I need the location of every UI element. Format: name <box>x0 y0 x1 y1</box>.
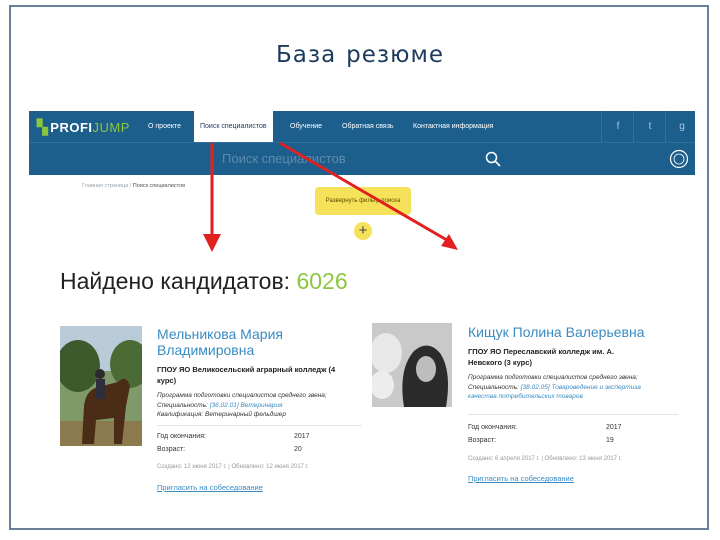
expand-filter-button[interactable]: + <box>354 222 372 240</box>
twitter-icon[interactable]: t <box>633 111 666 142</box>
specialty-label: Специальность: <box>157 401 208 409</box>
slide-title: База резюме <box>0 42 720 68</box>
card-divider <box>468 414 678 415</box>
logo-text-accent: JUMP <box>92 120 130 135</box>
slide-title-word-1: База <box>275 42 337 68</box>
college-line: ГПОУ ЯО Великосельский аграрный колледж … <box>157 365 336 374</box>
nav-item-education[interactable]: Обучение <box>290 111 322 142</box>
candidate-name-line: Мельникова Мария <box>157 326 283 342</box>
college-line: Невского (3 курс) <box>468 358 532 367</box>
nav-item-contacts[interactable]: Контактная информация <box>413 111 493 142</box>
breadcrumb-home[interactable]: Главная страница <box>82 183 128 189</box>
nav-item-about[interactable]: О проекте <box>148 111 181 142</box>
graduation-year-label: Год окончания: <box>468 424 517 431</box>
candidate-photo[interactable] <box>60 326 142 446</box>
search-icon[interactable] <box>485 151 501 167</box>
slide-title-word-2: резюме <box>346 42 445 68</box>
specialty-value: [38.02.05] Товароведение и экспертиза <box>520 383 641 391</box>
candidate-name[interactable]: Мельникова Мария Владимировна <box>157 326 283 358</box>
search-bar: Поиск специалистов <box>29 142 695 175</box>
site-navbar: ▚ PROFIJUMP О проекте Поиск специалистов … <box>29 111 695 142</box>
specialty-value: [36.02.01] Ветеринария <box>209 401 283 409</box>
nav-item-feedback[interactable]: Обратная связь <box>342 111 394 142</box>
graduation-year-label: Год окончания: <box>157 433 206 440</box>
graduation-year-value: 2017 <box>294 433 310 440</box>
breadcrumb: Главная страница / Поиск специалистов <box>82 183 186 189</box>
qualification-text: Квалификация: Ветеринарный фельдшер <box>157 411 286 418</box>
candidate-photo[interactable] <box>372 323 452 407</box>
logo-text-main: PROFI <box>50 120 93 135</box>
results-label: Найдено кандидатов: <box>60 268 297 294</box>
photo-horse-rider-image <box>60 326 142 446</box>
candidate-name-line: Владимировна <box>157 342 255 358</box>
program-text: Программа подготовки специалистов средне… <box>157 392 327 399</box>
breadcrumb-current: Поиск специалистов <box>132 183 186 189</box>
candidate-college: ГПОУ ЯО Великосельский аграрный колледж … <box>157 364 335 386</box>
candidate-name[interactable]: Кищук Полина Валерьевна <box>468 324 645 340</box>
age-label: Возраст: <box>157 446 186 453</box>
created-updated-dates: Создано: 12 июня 2017 г. | Обновлено: 12… <box>157 464 309 470</box>
photo-portrait-image <box>372 323 452 407</box>
facebook-icon[interactable]: f <box>601 111 634 142</box>
age-value: 20 <box>294 446 302 453</box>
nav-item-search-specialists[interactable]: Поиск специалистов <box>194 111 273 142</box>
college-line: ГПОУ ЯО Переславский колледж им. А. <box>468 347 614 356</box>
candidate-college: ГПОУ ЯО Переславский колледж им. А. Невс… <box>468 346 614 368</box>
program-text: Программа подготовки специалистов средне… <box>468 374 638 381</box>
site-logo[interactable]: ▚ PROFIJUMP <box>37 119 130 136</box>
age-value: 19 <box>606 437 614 444</box>
college-line: курс) <box>157 376 177 385</box>
invite-interview-link[interactable]: Пригласить на собеседование <box>468 474 574 483</box>
created-updated-dates: Создано: 6 апреля 2017 г. | Обновлено: 1… <box>468 456 622 462</box>
candidate-program: Программа подготовки специалистов средне… <box>468 373 641 402</box>
filter-tooltip: Развернуть фильтр поиска <box>315 187 411 215</box>
results-number: 6026 <box>296 268 348 294</box>
invite-interview-link[interactable]: Пригласить на собеседование <box>157 483 263 492</box>
specialty-label: Специальность: <box>468 383 519 391</box>
google-plus-icon[interactable]: g <box>665 111 698 142</box>
results-count: Найдено кандидатов: 6026 <box>60 268 348 295</box>
card-divider <box>157 425 362 426</box>
logo-icon: ▚ <box>37 119 49 135</box>
graduation-year-value: 2017 <box>606 424 622 431</box>
candidate-program: Программа подготовки специалистов средне… <box>157 391 327 420</box>
emblem-icon <box>669 149 689 169</box>
search-input[interactable]: Поиск специалистов <box>222 151 346 166</box>
specialty-value-continued: качества потребительских товаров <box>468 393 583 400</box>
age-label: Возраст: <box>468 437 497 444</box>
plus-icon: + <box>358 222 368 239</box>
